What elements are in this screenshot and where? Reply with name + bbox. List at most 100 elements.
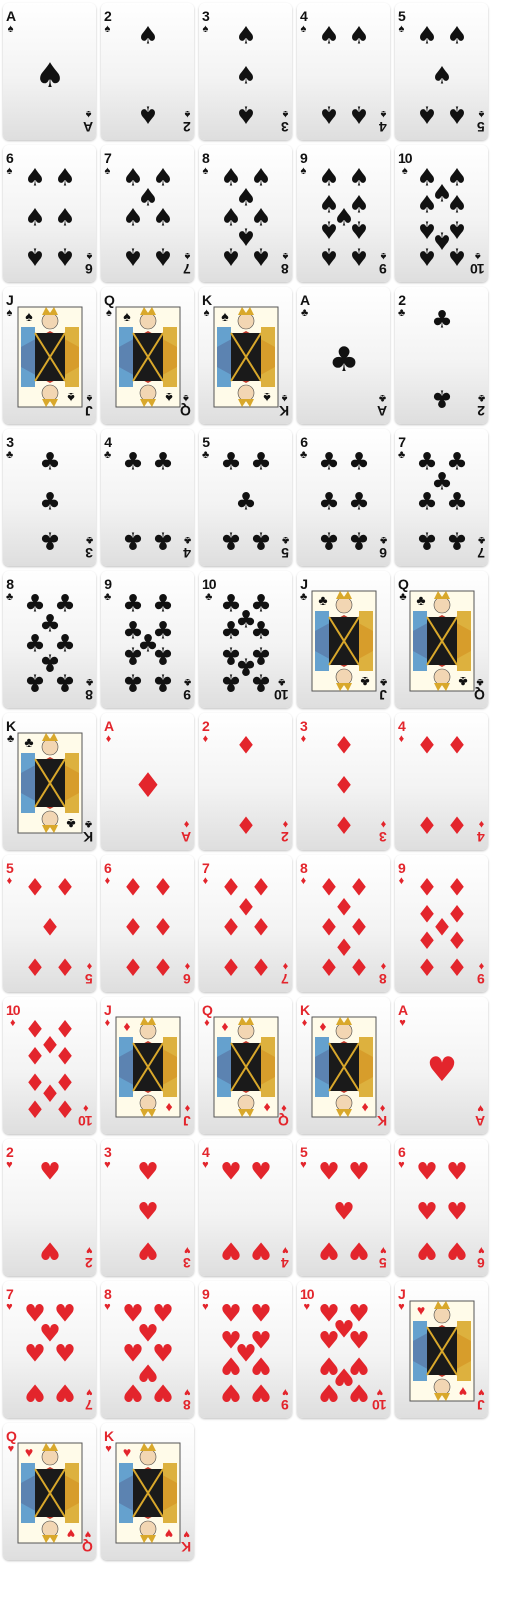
card-6-of-clubs[interactable]: ♣ ♣ ♣ ♣ ♣ ♣ 6 ♣ 6 ♣ — [297, 429, 390, 566]
card-k-of-diamonds[interactable]: ♦ ♦ K ♦ K ♦ — [297, 997, 390, 1134]
card-j-of-spades[interactable]: ♠ ♠ J ♠ J ♠ — [3, 287, 96, 424]
card-7-of-clubs[interactable]: ♣ ♣ ♣ ♣ ♣ ♣ ♣ 7 ♣ 7 ♣ — [395, 429, 488, 566]
card-corner-index: 3 ♦ — [380, 818, 387, 845]
card-9-of-clubs[interactable]: ♣ ♣ ♣ ♣ ♣ ♣ ♣ ♣ ♣ 9 ♣ 9 ♣ — [101, 571, 194, 708]
club-icon: ♣ — [431, 385, 453, 413]
card-3-of-diamonds[interactable]: ♦ ♦ ♦ 3 ♦ 3 ♦ — [297, 713, 390, 850]
heart-icon: ♥ — [300, 1159, 307, 1171]
spade-icon: ♠ — [122, 243, 144, 271]
face-card-art: ♦♦ — [311, 1016, 377, 1118]
card-5-of-hearts[interactable]: ♥ ♥ ♥ ♥ ♥ 5 ♥ 5 ♥ — [297, 1139, 390, 1276]
card-5-of-spades[interactable]: ♠ ♠ ♠ ♠ ♠ 5 ♠ 5 ♠ — [395, 3, 488, 140]
card-7-of-spades[interactable]: ♠ ♠ ♠ ♠ ♠ ♠ ♠ 7 ♠ 7 ♠ — [101, 145, 194, 282]
spade-icon: ♠ — [6, 165, 13, 177]
heart-icon: ♥ — [398, 1301, 405, 1313]
club-icon: ♣ — [220, 669, 242, 697]
club-icon: ♣ — [348, 527, 370, 555]
card-q-of-hearts[interactable]: ♥ ♥ Q ♥ Q ♥ — [3, 1423, 96, 1560]
diamond-icon: ♦ — [333, 771, 355, 799]
diamond-icon: ♦ — [446, 953, 468, 981]
diamond-icon: ♦ — [105, 733, 112, 745]
club-icon: ♣ — [122, 669, 144, 697]
spade-icon: ♠ — [446, 190, 468, 218]
card-9-of-hearts[interactable]: ♥ ♥ ♥ ♥ ♥ ♥ ♥ ♥ ♥ 9 ♥ 9 ♥ — [199, 1281, 292, 1418]
card-rank: J — [478, 1397, 485, 1413]
spades-pips: ♠ ♠ ♠ ♠ — [318, 21, 370, 128]
card-a-of-spades[interactable]: ♠ A ♠ A ♠ — [3, 3, 96, 140]
card-a-of-clubs[interactable]: ♣ A ♣ A ♣ — [297, 287, 390, 424]
card-7-of-hearts[interactable]: ♥ ♥ ♥ ♥ ♥ ♥ ♥ 7 ♥ 7 ♥ — [3, 1281, 96, 1418]
card-6-of-spades[interactable]: ♠ ♠ ♠ ♠ ♠ ♠ 6 ♠ 6 ♠ — [3, 145, 96, 282]
card-rank: 9 — [184, 687, 191, 703]
card-5-of-clubs[interactable]: ♣ ♣ ♣ ♣ ♣ 5 ♣ 5 ♣ — [199, 429, 292, 566]
diamond-icon: ♦ — [202, 875, 209, 887]
card-j-of-diamonds[interactable]: ♦ ♦ J ♦ J ♦ — [101, 997, 194, 1134]
card-2-of-hearts[interactable]: ♥ ♥ 2 ♥ 2 ♥ — [3, 1139, 96, 1276]
card-9-of-spades[interactable]: ♠ ♠ ♠ ♠ ♠ ♠ ♠ ♠ ♠ 9 ♠ 9 ♠ — [297, 145, 390, 282]
card-2-of-diamonds[interactable]: ♦ ♦ 2 ♦ 2 ♦ — [199, 713, 292, 850]
face-suit-icon: ♥ — [417, 1302, 425, 1318]
card-8-of-spades[interactable]: ♠ ♠ ♠ ♠ ♠ ♠ ♠ ♠ 8 ♠ 8 ♠ — [199, 145, 292, 282]
card-k-of-spades[interactable]: ♠ ♠ K ♠ K ♠ — [199, 287, 292, 424]
card-4-of-clubs[interactable]: ♣ ♣ ♣ ♣ 4 ♣ 4 ♣ — [101, 429, 194, 566]
club-icon: ♣ — [348, 447, 370, 475]
spade-icon: ♠ — [250, 243, 272, 271]
card-10-of-diamonds[interactable]: ♦ ♦ ♦ ♦ ♦ ♦ ♦ ♦ ♦ ♦ 10 ♦ 10 ♦ — [3, 997, 96, 1134]
card-q-of-diamonds[interactable]: ♦ ♦ Q ♦ Q ♦ — [199, 997, 292, 1134]
card-9-of-diamonds[interactable]: ♦ ♦ ♦ ♦ ♦ ♦ ♦ ♦ ♦ 9 ♦ 9 ♦ — [395, 855, 488, 992]
card-4-of-hearts[interactable]: ♥ ♥ ♥ ♥ 4 ♥ 4 ♥ — [199, 1139, 292, 1276]
card-k-of-hearts[interactable]: ♥ ♥ K ♥ K ♥ — [101, 1423, 194, 1560]
card-8-of-clubs[interactable]: ♣ ♣ ♣ ♣ ♣ ♣ ♣ ♣ 8 ♣ 8 ♣ — [3, 571, 96, 708]
spade-icon: ♠ — [184, 108, 191, 120]
card-10-of-hearts[interactable]: ♥ ♥ ♥ ♥ ♥ ♥ ♥ ♥ ♥ ♥ 10 ♥ 10 ♥ — [297, 1281, 390, 1418]
card-2-of-spades[interactable]: ♠ ♠ 2 ♠ 2 ♠ — [101, 3, 194, 140]
card-7-of-diamonds[interactable]: ♦ ♦ ♦ ♦ ♦ ♦ ♦ 7 ♦ 7 ♦ — [199, 855, 292, 992]
card-j-of-hearts[interactable]: ♥ ♥ J ♥ J ♥ — [395, 1281, 488, 1418]
club-icon: ♣ — [416, 527, 438, 555]
card-rank: 10 — [275, 687, 289, 703]
card-4-of-diamonds[interactable]: ♦ ♦ ♦ ♦ 4 ♦ 4 ♦ — [395, 713, 488, 850]
hearts-pips: ♥ ♥♥♥ ♥♥ ♥ — [24, 1299, 76, 1406]
card-6-of-diamonds[interactable]: ♦ ♦ ♦ ♦ ♦ ♦ 6 ♦ 6 ♦ — [101, 855, 194, 992]
heart-icon: ♥ — [86, 1244, 93, 1256]
heart-icon: ♥ — [282, 1244, 289, 1256]
card-10-of-spades[interactable]: ♠ ♠ ♠ ♠ ♠ ♠ ♠ ♠ ♠ ♠ 10 ♠ 10 ♠ — [395, 145, 488, 282]
face-card-art: ♦♦ — [115, 1016, 181, 1118]
card-j-of-clubs[interactable]: ♣ ♣ J ♣ J ♣ — [297, 571, 390, 708]
card-rank: J — [380, 687, 387, 703]
card-4-of-spades[interactable]: ♠ ♠ ♠ ♠ 4 ♠ 4 ♠ — [297, 3, 390, 140]
card-5-of-diamonds[interactable]: ♦ ♦ ♦ ♦ ♦ 5 ♦ 5 ♦ — [3, 855, 96, 992]
card-corner-index: K ♣ — [6, 719, 16, 745]
diamond-icon: ♦ — [24, 953, 46, 981]
card-8-of-diamonds[interactable]: ♦ ♦ ♦ ♦ ♦ ♦ ♦ ♦ 8 ♦ 8 ♦ — [297, 855, 390, 992]
spade-icon: ♠ — [348, 243, 370, 271]
card-corner-index: 5 ♠ — [478, 108, 485, 135]
card-corner-index: Q ♠ — [104, 293, 115, 319]
card-10-of-clubs[interactable]: ♣ ♣ ♣ ♣ ♣ ♣ ♣ ♣ ♣ ♣ 10 ♣ 10 ♣ — [199, 571, 292, 708]
card-3-of-clubs[interactable]: ♣ ♣ ♣ 3 ♣ 3 ♣ — [3, 429, 96, 566]
heart-icon: ♥ — [250, 1299, 272, 1327]
card-q-of-spades[interactable]: ♠ ♠ Q ♠ Q ♠ — [101, 287, 194, 424]
club-icon: ♣ — [318, 527, 340, 555]
heart-icon: ♥ — [416, 1157, 438, 1185]
card-corner-index: A ♣ — [378, 392, 387, 419]
card-8-of-hearts[interactable]: ♥ ♥ ♥ ♥ ♥ ♥ ♥ ♥ 8 ♥ 8 ♥ — [101, 1281, 194, 1418]
club-icon: ♣ — [477, 534, 485, 546]
clubs-pips: ♣ ♣♣ ♣♣♣ ♣♣ ♣ — [122, 589, 174, 697]
card-k-of-clubs[interactable]: ♣ ♣ K ♣ K ♣ — [3, 713, 96, 850]
heart-icon: ♥ — [39, 1157, 61, 1185]
card-3-of-spades[interactable]: ♠ ♠ ♠ 3 ♠ 3 ♠ — [199, 3, 292, 140]
heart-icon: ♥ — [348, 1237, 370, 1265]
card-a-of-diamonds[interactable]: ♦ A ♦ A ♦ — [101, 713, 194, 850]
card-3-of-hearts[interactable]: ♥ ♥ ♥ 3 ♥ 3 ♥ — [101, 1139, 194, 1276]
heart-icon: ♥ — [220, 1379, 242, 1407]
card-corner-index: K ♥ — [104, 1429, 114, 1455]
diamond-icon: ♦ — [416, 926, 438, 954]
card-q-of-clubs[interactable]: ♣ ♣ Q ♣ Q ♣ — [395, 571, 488, 708]
card-6-of-hearts[interactable]: ♥ ♥ ♥ ♥ ♥ ♥ 6 ♥ 6 ♥ — [395, 1139, 488, 1276]
heart-icon: ♥ — [137, 1157, 159, 1185]
club-icon: ♣ — [250, 447, 272, 475]
card-rank: 9 — [398, 860, 406, 876]
card-2-of-clubs[interactable]: ♣ ♣ 2 ♣ 2 ♣ — [395, 287, 488, 424]
card-a-of-hearts[interactable]: ♥ A ♥ A ♥ — [395, 997, 488, 1134]
